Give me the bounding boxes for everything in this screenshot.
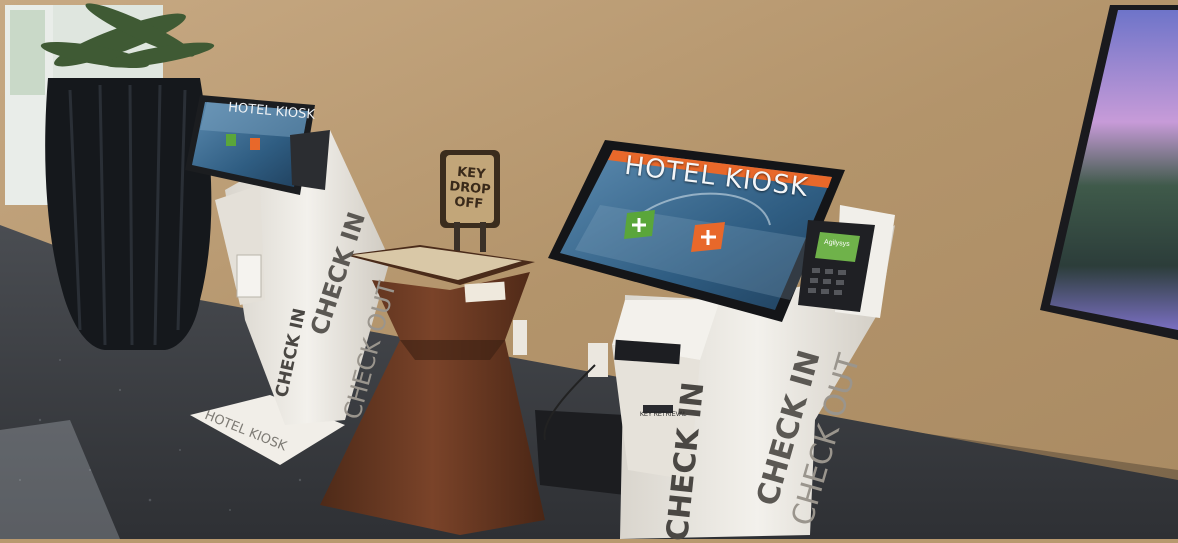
key-drop-sign-line1: KEY DROP — [448, 164, 492, 198]
card-reader-icon — [800, 220, 875, 312]
key-retrieval-label: KEY RETRIEVAL — [640, 412, 687, 418]
plant-icon — [70, 10, 200, 70]
scene-background — [0, 0, 1178, 539]
key-drop-sign: KEY DROP OFF — [444, 164, 496, 213]
plus-icon — [624, 210, 656, 240]
